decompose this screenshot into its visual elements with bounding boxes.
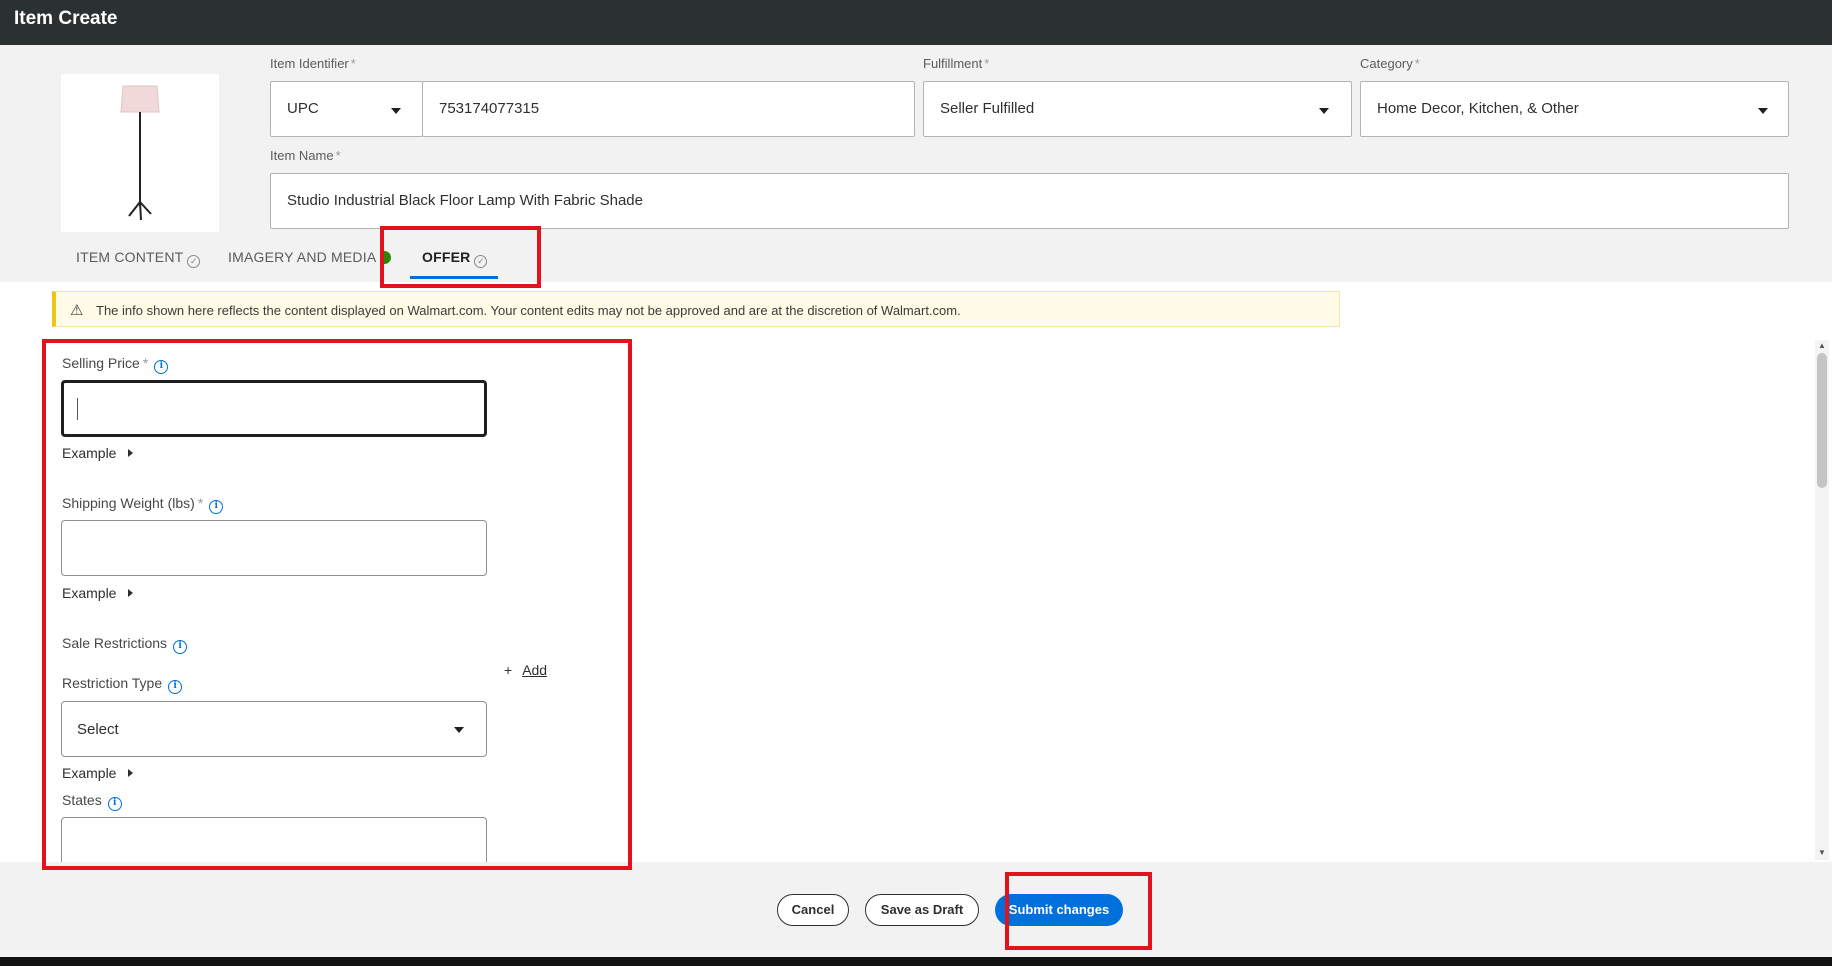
annotation-box-offer-form (42, 339, 632, 870)
identifier-type-select[interactable]: UPC (270, 81, 423, 137)
category-label: Category * (1360, 56, 1420, 71)
product-thumbnail (61, 74, 219, 232)
identifier-input[interactable]: 753174077315 (422, 81, 915, 137)
title-bar: Item Create (0, 0, 1832, 45)
bottom-strip (0, 957, 1832, 966)
chevron-down-icon (1319, 108, 1329, 114)
identifier-type-value: UPC (287, 100, 319, 117)
scroll-up-arrow[interactable]: ▲ (1817, 341, 1827, 351)
category-label-text: Category (1360, 56, 1413, 71)
annotation-box-submit (1005, 872, 1152, 950)
fulfillment-label: Fulfillment * (923, 56, 989, 71)
identifier-value: 753174077315 (439, 100, 540, 117)
banner-message: The info shown here reflects the content… (96, 303, 961, 318)
tab-imagery-label: IMAGERY AND MEDIA (228, 249, 377, 265)
check-circle-icon: ✓ (187, 255, 201, 268)
fulfillment-select[interactable]: Seller Fulfilled (923, 81, 1352, 137)
tab-item-content-label: ITEM CONTENT (76, 249, 184, 265)
save-draft-button[interactable]: Save as Draft (865, 894, 979, 926)
cancel-button[interactable]: Cancel (777, 894, 849, 926)
identifier-label: Item Identifier * (270, 56, 356, 71)
category-value: Home Decor, Kitchen, & Other (1377, 100, 1579, 117)
required-mark: * (1414, 56, 1420, 71)
required-mark: * (350, 56, 356, 71)
tab-item-content[interactable]: ITEM CONTENT ✓ (76, 249, 201, 268)
annotation-box-offer-tab (380, 226, 541, 288)
fulfillment-label-text: Fulfillment (923, 56, 983, 71)
cancel-button-label: Cancel (791, 902, 835, 917)
required-mark: * (984, 56, 990, 71)
chevron-down-icon (391, 108, 401, 114)
item-name-label-text: Item Name (270, 148, 334, 163)
chevron-down-icon (1758, 108, 1768, 114)
item-name-label: Item Name * (270, 148, 341, 163)
item-name-value: Studio Industrial Black Floor Lamp With … (287, 192, 643, 209)
fulfillment-value: Seller Fulfilled (940, 100, 1035, 117)
save-draft-button-label: Save as Draft (880, 902, 964, 917)
required-mark: * (335, 148, 341, 163)
identifier-label-text: Item Identifier (270, 56, 349, 71)
category-select[interactable]: Home Decor, Kitchen, & Other (1360, 81, 1789, 137)
tab-imagery-and-media[interactable]: IMAGERY AND MEDIA (228, 249, 392, 265)
scrollbar-thumb[interactable] (1817, 353, 1827, 488)
window-title: Item Create (14, 8, 118, 29)
item-name-input[interactable]: Studio Industrial Black Floor Lamp With … (270, 173, 1789, 229)
scroll-down-arrow[interactable]: ▼ (1817, 848, 1827, 858)
info-banner: ⚠ The info shown here reflects the conte… (52, 291, 1340, 327)
warning-icon: ⚠ (70, 302, 84, 319)
floor-lamp-image (120, 85, 160, 221)
